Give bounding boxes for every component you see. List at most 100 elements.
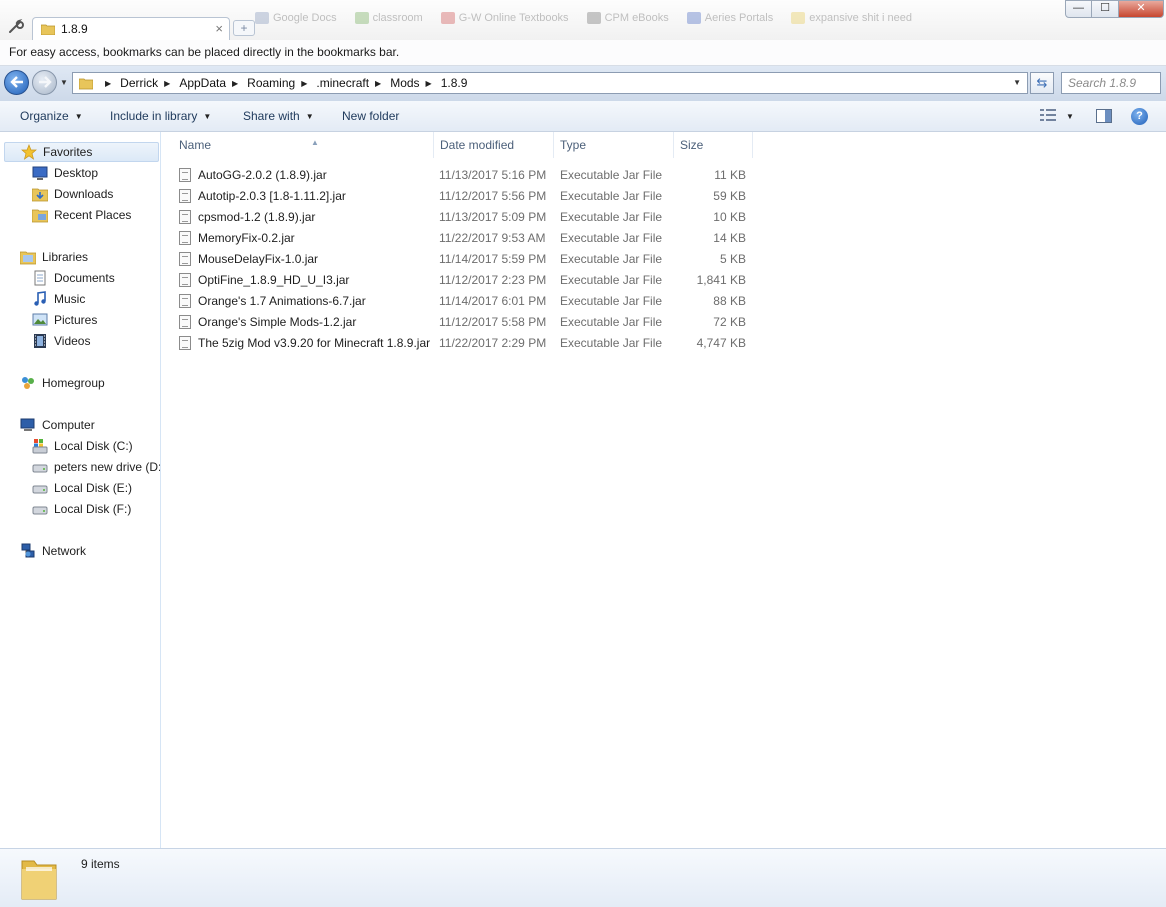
folder-icon: [78, 76, 94, 90]
file-name: MouseDelayFix-1.0.jar: [198, 251, 319, 266]
change-view-button[interactable]: ▼: [1040, 109, 1074, 124]
chevron-right-icon[interactable]: ▶: [301, 79, 307, 88]
file-date: 11/13/2017 5:16 PM: [439, 167, 547, 182]
chevron-right-icon[interactable]: ▶: [232, 79, 238, 88]
nav-recent-places[interactable]: Recent Places: [32, 205, 160, 225]
file-type: Executable Jar File: [560, 230, 663, 245]
chevron-right-icon[interactable]: ▶: [426, 79, 432, 88]
nav-downloads-label: Downloads: [54, 187, 114, 201]
close-window-button[interactable]: ✕: [1118, 0, 1164, 18]
address-bar[interactable]: ▶ Derrick ▶ AppData ▶ Roaming ▶ .minecra…: [72, 72, 1028, 94]
file-row[interactable]: OptiFine_1.8.9_HD_U_I3.jar 11/12/2017 2:…: [179, 269, 759, 290]
breadcrumb-roaming[interactable]: Roaming: [247, 76, 295, 90]
file-row[interactable]: cpsmod-1.2 (1.8.9).jar 11/13/2017 5:09 P…: [179, 206, 759, 227]
background-bookmarks: Google Docs classroom G-W Online Textboo…: [255, 8, 995, 28]
minimize-button[interactable]: —: [1065, 0, 1092, 18]
file-row[interactable]: MouseDelayFix-1.0.jar 11/14/2017 5:59 PM…: [179, 248, 759, 269]
file-row[interactable]: The 5zig Mod v3.9.20 for Minecraft 1.8.9…: [179, 332, 759, 353]
help-button[interactable]: ?: [1131, 108, 1148, 125]
jar-file-icon: [179, 272, 191, 287]
search-input[interactable]: Search 1.8.9: [1061, 72, 1161, 94]
hard-drive-icon: [32, 501, 48, 517]
file-size: 11 KB: [714, 167, 746, 182]
file-row[interactable]: MemoryFix-0.2.jar 11/22/2017 9:53 AM Exe…: [179, 227, 759, 248]
nav-local-disk-f[interactable]: Local Disk (F:): [32, 499, 160, 519]
column-header-date-modified[interactable]: Date modified: [434, 132, 554, 158]
jar-file-icon: [179, 251, 191, 266]
file-name: Orange's 1.7 Animations-6.7.jar: [198, 293, 366, 308]
jar-file-icon: [179, 230, 191, 245]
nav-desktop[interactable]: Desktop: [32, 163, 160, 183]
close-tab-icon[interactable]: ×: [215, 21, 223, 36]
title-bar: 1.8.9 × + Google Docs classroom G-W Onli…: [0, 0, 1166, 40]
new-folder-button[interactable]: New folder: [342, 109, 399, 123]
breadcrumb-1-8-9[interactable]: 1.8.9: [441, 76, 468, 90]
nav-music[interactable]: Music: [32, 289, 160, 309]
nav-pictures[interactable]: Pictures: [32, 310, 160, 330]
organize-button[interactable]: Organize ▼: [20, 109, 83, 123]
back-button[interactable]: [4, 70, 29, 95]
file-type: Executable Jar File: [560, 209, 663, 224]
jar-file-icon: [179, 188, 191, 203]
column-header-name[interactable]: Name ▲: [173, 132, 434, 158]
file-type: Executable Jar File: [560, 293, 663, 308]
nav-network[interactable]: Network: [20, 541, 86, 561]
navigation-pane: Favorites Desktop Downloads Recent Place…: [0, 132, 161, 848]
organize-label: Organize: [20, 109, 69, 123]
nav-documents[interactable]: Documents: [32, 268, 160, 288]
nav-libraries-label: Libraries: [42, 250, 89, 264]
maximize-button[interactable]: ☐: [1091, 0, 1119, 18]
share-with-button[interactable]: Share with ▼: [243, 109, 314, 123]
help-icon: ?: [1136, 110, 1143, 122]
history-dropdown-icon[interactable]: ▼: [60, 78, 68, 87]
wrench-icon[interactable]: [6, 16, 26, 36]
nav-local-disk-f-label: Local Disk (F:): [54, 502, 132, 516]
nav-computer[interactable]: Computer: [20, 415, 95, 435]
file-row[interactable]: Autotip-2.0.3 [1.8-1.11.2].jar 11/12/201…: [179, 185, 759, 206]
file-row[interactable]: Orange's 1.7 Animations-6.7.jar 11/14/20…: [179, 290, 759, 311]
column-header-size[interactable]: Size: [674, 132, 753, 158]
file-list: Name ▲ Date modified Type Size AutoGG-2.…: [161, 132, 1166, 848]
folder-icon: [40, 23, 56, 36]
include-in-library-label: Include in library: [110, 109, 198, 123]
nav-videos[interactable]: Videos: [32, 331, 160, 351]
nav-favorites[interactable]: Favorites: [4, 142, 159, 162]
nav-documents-label: Documents: [54, 271, 115, 285]
nav-local-disk-e[interactable]: Local Disk (E:): [32, 478, 160, 498]
arrow-left-icon: [9, 75, 24, 91]
new-tab-button[interactable]: +: [233, 20, 255, 36]
nav-peters-drive-d[interactable]: peters new drive (D:): [32, 457, 160, 477]
tab-1-8-9[interactable]: 1.8.9 ×: [32, 17, 230, 40]
file-date: 11/12/2017 2:23 PM: [439, 272, 547, 287]
nav-local-disk-e-label: Local Disk (E:): [54, 481, 133, 495]
desktop-icon: [32, 165, 48, 181]
chevron-down-icon[interactable]: ▼: [1013, 78, 1021, 87]
include-in-library-button[interactable]: Include in library ▼: [110, 109, 211, 123]
details-pane: 9 items: [0, 848, 1166, 907]
nav-libraries[interactable]: Libraries: [20, 247, 88, 267]
nav-homegroup[interactable]: Homegroup: [20, 373, 105, 393]
column-header-type[interactable]: Type: [554, 132, 674, 158]
jar-file-icon: [179, 314, 191, 329]
nav-desktop-label: Desktop: [54, 166, 99, 180]
refresh-button[interactable]: ⇆: [1030, 72, 1054, 94]
forward-button[interactable]: [32, 70, 57, 95]
file-row[interactable]: AutoGG-2.0.2 (1.8.9).jar 11/13/2017 5:16…: [179, 164, 759, 185]
breadcrumb-mods[interactable]: Mods: [390, 76, 419, 90]
file-size: 1,841 KB: [696, 272, 746, 287]
breadcrumb-appdata[interactable]: AppData: [179, 76, 226, 90]
documents-icon: [32, 270, 48, 286]
file-name: cpsmod-1.2 (1.8.9).jar: [198, 209, 316, 224]
nav-videos-label: Videos: [54, 334, 91, 348]
nav-downloads[interactable]: Downloads: [32, 184, 160, 204]
breadcrumb-minecraft[interactable]: .minecraft: [316, 76, 369, 90]
chevron-right-icon[interactable]: ▶: [105, 79, 111, 88]
preview-pane-button[interactable]: [1096, 109, 1112, 123]
nav-local-disk-c[interactable]: Local Disk (C:): [32, 436, 160, 456]
hard-drive-icon: [32, 480, 48, 496]
file-size: 10 KB: [713, 209, 746, 224]
chevron-right-icon[interactable]: ▶: [164, 79, 170, 88]
file-row[interactable]: Orange's Simple Mods-1.2.jar 11/12/2017 …: [179, 311, 759, 332]
chevron-right-icon[interactable]: ▶: [375, 79, 381, 88]
breadcrumb-derrick[interactable]: Derrick: [120, 76, 158, 90]
